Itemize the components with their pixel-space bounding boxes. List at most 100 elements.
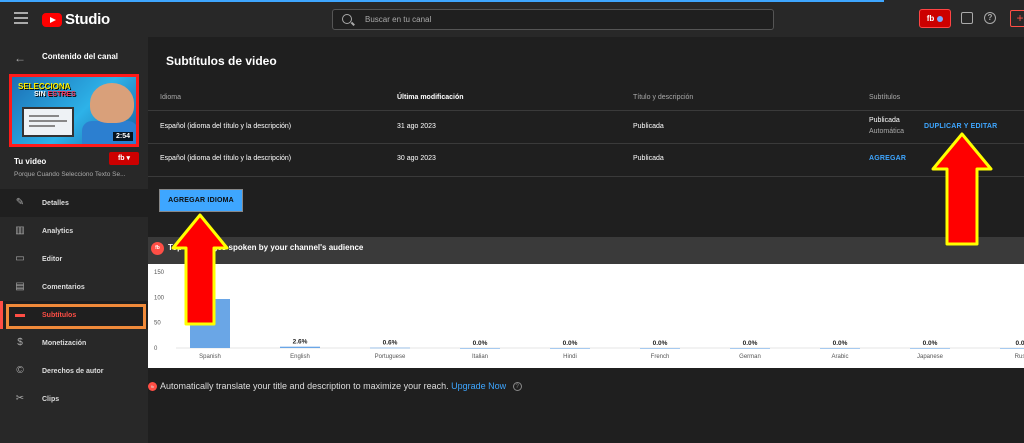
help-icon[interactable]: ? <box>984 12 996 24</box>
page-title: Subtítulos de video <box>166 54 277 68</box>
extension-logo-icon: fb <box>151 242 164 255</box>
add-language-button[interactable]: AGREGAR IDIOMA <box>160 190 242 211</box>
sidebar-extension-button[interactable]: fb ▾ <box>109 152 139 165</box>
bar-data-label: 0.0% <box>563 340 578 347</box>
extension-label: fb <box>926 14 935 23</box>
row-subtitles-sub: Automática <box>869 128 905 135</box>
panel-header: fb Top ages spoken by your channel's audi… <box>148 237 1024 264</box>
bar-data-label: 0.0% <box>473 340 488 347</box>
thumbnail-text-sin: SIN <box>34 91 46 98</box>
chart-bar <box>550 348 590 349</box>
x-tick-label: French <box>651 354 670 360</box>
column-header-title-desc: Título y descripción <box>633 94 694 101</box>
sidebar: ← Contenido del canal SELECCIONA SIN EST… <box>0 37 148 443</box>
video-thumbnail[interactable]: SELECCIONA SIN ESTRES 2:54 <box>9 74 139 147</box>
row-subtitles: Publicada <box>869 117 900 124</box>
table-divider <box>148 110 1024 111</box>
row-title-desc: Publicada <box>633 123 664 130</box>
audience-languages-panel: fb Top ages spoken by your channel's audi… <box>148 237 1024 368</box>
x-tick-label: Hindi <box>563 354 577 360</box>
sidebar-item-monetizacion[interactable]: $ Monetización <box>0 329 148 357</box>
extension-button[interactable]: fb <box>919 9 951 28</box>
bar-data-label: 0.0% <box>833 340 848 347</box>
youtube-play-icon <box>42 12 62 27</box>
analytics-icon: ▥ <box>15 225 25 236</box>
sidebar-item-clips[interactable]: ✂ Clips <box>0 385 148 413</box>
info-icon[interactable]: ? <box>512 382 522 392</box>
main-content: Subtítulos de video Idioma Última modifi… <box>148 37 1024 443</box>
thumbnail-person-head <box>90 83 134 123</box>
chart-bar <box>820 348 860 349</box>
sidebar-item-label: Clips <box>42 395 60 403</box>
extension-status-dot <box>937 15 944 22</box>
bar-data-label: 2.6% <box>293 339 308 346</box>
thumbnail-text-line2: SIN ESTRES <box>34 91 76 98</box>
x-tick-label: Arabic <box>831 354 848 360</box>
upgrade-banner: fb Automatically translate your title and… <box>148 381 522 392</box>
x-tick-label: Rus <box>1015 354 1024 360</box>
sidebar-extension-label: fb <box>117 155 125 162</box>
top-bar: Studio fb ? + <box>0 0 1024 37</box>
logo-text: Studio <box>65 11 110 28</box>
loading-bar <box>0 0 884 2</box>
thumbnail-text-estres: ESTRES <box>47 91 76 98</box>
row-language: Español (idioma del título y la descripc… <box>160 123 292 130</box>
video-title: Porque Cuando Selecciono Texto Se... <box>14 171 126 178</box>
bar-data-label: 0.0% <box>653 340 668 347</box>
add-subtitles-button[interactable]: AGREGAR <box>869 155 906 162</box>
hamburger-menu-icon[interactable] <box>14 12 28 24</box>
x-tick-label: Portuguese <box>375 354 406 360</box>
bar-data-label: 0.0 <box>1015 340 1024 347</box>
dollar-icon: $ <box>17 337 23 348</box>
x-tick-label: Italian <box>472 354 488 360</box>
upgrade-text: Automatically translate your title and d… <box>160 381 449 391</box>
y-tick-label: 50 <box>154 321 161 327</box>
y-tick-label: 0 <box>154 346 158 352</box>
bar-data-label: 7% <box>205 291 215 298</box>
sidebar-item-label: Detalles <box>42 199 69 207</box>
chart-bar <box>280 346 320 348</box>
scissors-icon: ✂ <box>15 393 25 404</box>
y-tick-label: 150 <box>154 270 165 276</box>
studio-logo[interactable]: Studio <box>42 11 110 28</box>
pencil-icon: ✎ <box>15 197 25 208</box>
thumbnail-text-line1: SELECCIONA <box>18 82 71 91</box>
create-video-icon[interactable]: + <box>1010 10 1024 27</box>
sidebar-item-comentarios[interactable]: ▤ Comentarios <box>0 273 148 301</box>
chart-bar <box>640 348 680 349</box>
upgrade-now-link[interactable]: Upgrade Now <box>451 381 506 391</box>
search-box[interactable] <box>332 9 774 30</box>
sidebar-item-label: Subtítulos <box>42 311 77 319</box>
your-video-label: Tu video <box>14 157 47 166</box>
sidebar-item-analytics[interactable]: ▥ Analytics <box>0 217 148 245</box>
y-tick-label: 100 <box>154 295 165 301</box>
column-header-subtitles: Subtítulos <box>869 94 901 101</box>
sidebar-item-detalles[interactable]: ✎ Detalles <box>0 189 148 217</box>
x-tick-label: Spanish <box>199 354 221 360</box>
subtitles-icon: ▬ <box>15 309 25 320</box>
chart-bar <box>910 348 950 349</box>
sidebar-item-subtitulos[interactable]: ▬ Subtítulos <box>0 301 148 329</box>
extension-logo-icon: fb <box>148 382 157 392</box>
bar-data-label: 0.0% <box>743 340 758 347</box>
search-input[interactable] <box>365 12 755 27</box>
sidebar-item-derechos[interactable]: © Derechos de autor <box>0 357 148 385</box>
feedback-icon[interactable] <box>961 12 973 24</box>
sidebar-item-label: Monetización <box>42 339 87 347</box>
thumbnail-screen-graphic <box>22 107 74 137</box>
back-arrow-icon[interactable]: ← <box>14 51 26 65</box>
table-divider <box>148 176 1024 177</box>
comments-icon: ▤ <box>15 281 25 292</box>
panel-title-left: Top <box>168 243 183 252</box>
x-tick-label: English <box>290 354 310 360</box>
sidebar-item-label: Comentarios <box>42 283 85 291</box>
search-icon <box>342 14 352 24</box>
sidebar-item-editor[interactable]: ▭ Editor <box>0 245 148 273</box>
sidebar-item-label: Editor <box>42 255 63 263</box>
chart-bar <box>730 348 770 349</box>
row-language: Español (idioma del título y la descripc… <box>160 155 292 162</box>
panel-title: Top ages spoken by your channel's audienc… <box>168 243 363 252</box>
sidebar-item-label: Analytics <box>42 227 74 235</box>
chart-bar <box>370 347 410 349</box>
duplicate-edit-button[interactable]: DUPLICAR Y EDITAR <box>924 123 997 130</box>
